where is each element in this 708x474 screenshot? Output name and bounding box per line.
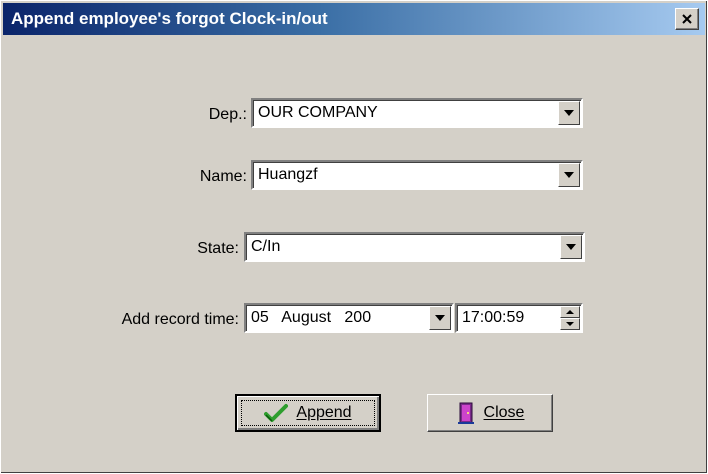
state-dropdown-button[interactable] (560, 235, 582, 259)
name-combobox[interactable]: Huangzf (251, 160, 583, 190)
chevron-down-icon (564, 110, 574, 116)
dialog-window: Append employee's forgot Clock-in/out De… (0, 0, 708, 474)
chevron-down-icon (564, 172, 574, 178)
door-exit-icon (457, 402, 474, 424)
name-value: Huangzf (258, 166, 318, 183)
time-down-button[interactable] (560, 318, 580, 330)
title-bar[interactable]: Append employee's forgot Clock-in/out (3, 3, 705, 35)
dep-label: Dep.: (208, 106, 247, 123)
window-title: Append employee's forgot Clock-in/out (11, 9, 328, 28)
close-button-label: Close (483, 404, 525, 421)
time-spin-buttons (560, 306, 580, 330)
state-combobox[interactable]: C/In (244, 232, 585, 262)
state-label: State: (197, 240, 239, 257)
chevron-down-icon (566, 244, 576, 250)
focus-rect (241, 400, 375, 426)
state-value: C/In (251, 238, 281, 255)
name-dropdown-button[interactable] (558, 163, 580, 187)
time-up-button[interactable] (560, 306, 580, 318)
close-button[interactable]: Close (427, 394, 553, 432)
chevron-down-icon (435, 315, 445, 321)
time-value: 17:00:59 (462, 309, 525, 326)
dep-value: OUR COMPANY (258, 104, 378, 121)
close-window-button[interactable] (675, 8, 699, 30)
close-icon (682, 14, 692, 24)
dep-dropdown-button[interactable] (558, 101, 580, 125)
date-dropdown-button[interactable] (429, 306, 451, 330)
chevron-up-icon (566, 310, 574, 314)
chevron-down-icon (566, 322, 574, 326)
date-picker[interactable]: 05 August 200 (244, 303, 454, 333)
time-spinner[interactable]: 17:00:59 (455, 303, 583, 333)
name-label: Name: (199, 168, 247, 185)
record-time-label: Add record time: (121, 311, 239, 328)
dep-combobox[interactable]: OUR COMPANY (251, 98, 583, 128)
append-button[interactable]: Append (235, 394, 381, 432)
date-value: 05 August 200 (251, 309, 372, 326)
